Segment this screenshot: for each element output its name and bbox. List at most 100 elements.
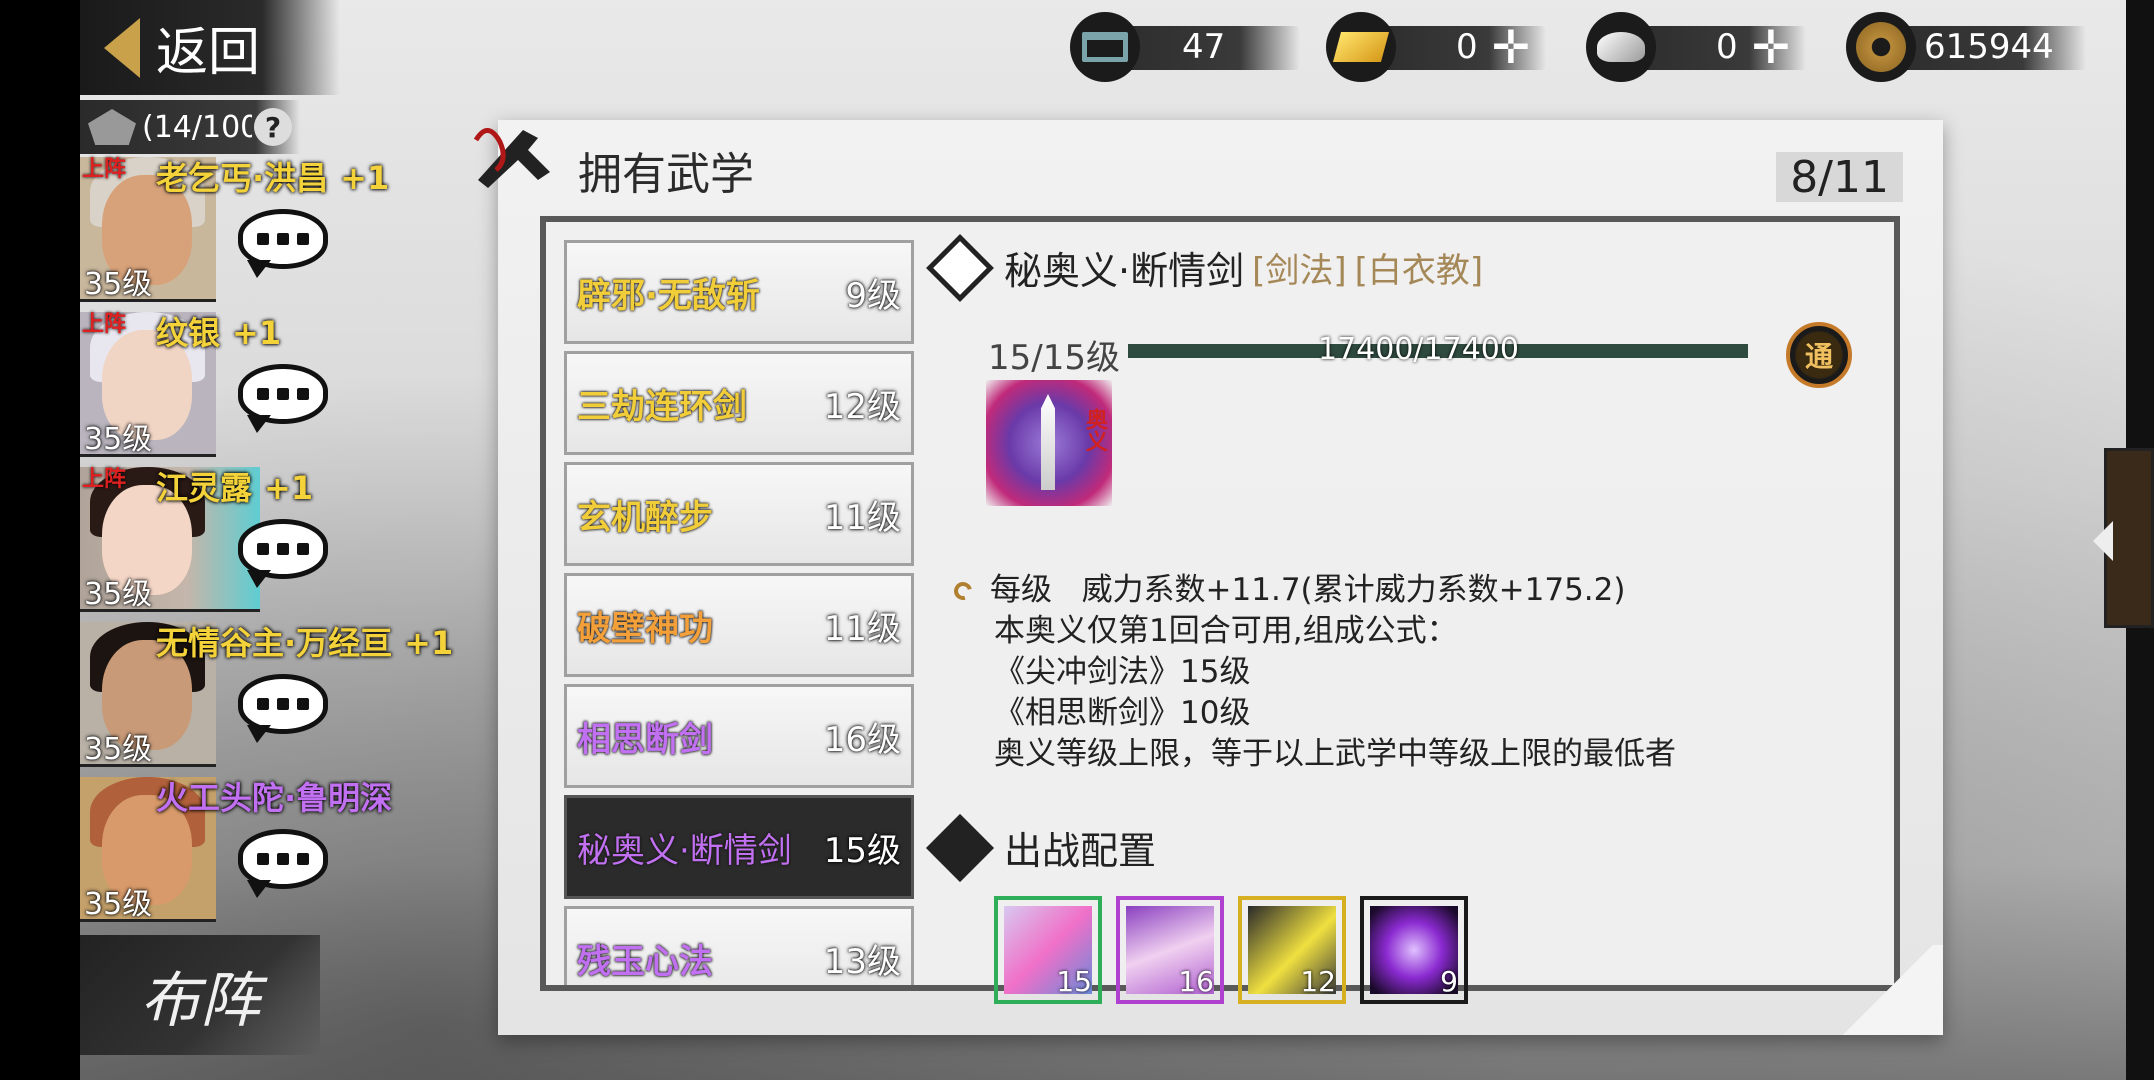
add-gold-icon[interactable]: ✛ bbox=[1492, 20, 1531, 74]
martial-arts-panel: 拥有武学 8/11 辟邪·无敌斩 9级 三劫连环剑 12级 玄机醉步 11级 破… bbox=[473, 120, 1943, 1035]
currency-cart: 47 bbox=[1070, 8, 1310, 86]
skill-item[interactable]: 残玉心法 13级 bbox=[564, 906, 914, 985]
content-frame: 辟邪·无敌斩 9级 三劫连环剑 12级 玄机醉步 11级 破壁神功 11级 相思… bbox=[540, 216, 1900, 1004]
deploy-slot[interactable]: 15 bbox=[994, 896, 1102, 1004]
skill-name: 三劫连环剑 bbox=[577, 386, 747, 427]
page-corner bbox=[1833, 945, 1943, 1035]
deploy-slot[interactable]: 9 bbox=[1360, 896, 1468, 1004]
diamond-icon bbox=[926, 233, 994, 302]
skill-item[interactable]: 玄机醉步 11级 bbox=[564, 462, 914, 566]
character-name: 无情谷主·万经亘 +1 bbox=[156, 624, 454, 662]
level-text: 15/15级 bbox=[988, 338, 1120, 378]
skill-detail: 秘奥义·断情剑 [剑法] [白衣教] 15/15级 17400/17400 通 … bbox=[926, 233, 1886, 1004]
currency-gold: 0 ✛ bbox=[1326, 8, 1586, 86]
character-name: 江灵露 +1 bbox=[156, 469, 314, 507]
chat-bubble-icon[interactable] bbox=[238, 364, 328, 433]
roster-capacity: (14/100 ? bbox=[80, 100, 300, 154]
character-slot-5[interactable]: 火工头陀·鲁明深 35级 bbox=[80, 777, 480, 927]
skill-description: 每级 威力系数+11.7(累计威力系数+175.2) 本奥义仅第1回合可用,组成… bbox=[950, 570, 1854, 775]
back-label: 返回 bbox=[156, 23, 261, 83]
detail-skill-name: 秘奥义·断情剑 bbox=[1004, 249, 1245, 293]
deploy-slot[interactable]: 12 bbox=[1238, 896, 1346, 1004]
skill-level: 13级 bbox=[823, 941, 901, 982]
detail-sect-tag: [白衣教] bbox=[1354, 251, 1484, 291]
character-level: 35级 bbox=[84, 887, 153, 922]
game-screen: 返回 (14/100 ? 上阵 老乞丐·洪昌 +1 35级 上阵 纹银 +1 35级… bbox=[0, 0, 2154, 1080]
exp-text: 17400/17400 bbox=[1318, 332, 1519, 367]
skill-name: 残玉心法 bbox=[577, 941, 713, 982]
currency-value: 0 bbox=[1456, 27, 1478, 67]
arrow-left-icon bbox=[2093, 521, 2113, 561]
deploy-header: 出战配置 bbox=[926, 813, 1157, 882]
deployed-badge: 上阵 bbox=[82, 157, 127, 182]
side-drawer-tab[interactable] bbox=[2093, 448, 2154, 628]
character-level: 35级 bbox=[84, 577, 153, 612]
skill-name: 秘奥义·断情剑 bbox=[577, 830, 792, 871]
skill-sword-icon: 奥义 bbox=[986, 380, 1112, 506]
detail-header: 秘奥义·断情剑 [剑法] [白衣教] bbox=[926, 233, 1484, 302]
skill-level: 11级 bbox=[823, 497, 901, 538]
deploy-slot[interactable]: 16 bbox=[1116, 896, 1224, 1004]
skill-level: 16级 bbox=[823, 719, 901, 760]
skill-name: 玄机醉步 bbox=[577, 497, 713, 538]
deployed-badge: 上阵 bbox=[82, 467, 127, 492]
character-name: 火工头陀·鲁明深 bbox=[156, 779, 393, 817]
copper-coin-icon bbox=[1846, 12, 1916, 82]
character-slot-1[interactable]: 上阵 老乞丐·洪昌 +1 35级 bbox=[80, 157, 480, 307]
character-level: 35级 bbox=[84, 422, 153, 457]
currency-silver: 0 ✛ bbox=[1586, 8, 1846, 86]
currency-value: 47 bbox=[1182, 27, 1226, 67]
chat-bubble-icon[interactable] bbox=[238, 674, 328, 743]
left-letterbox bbox=[0, 0, 80, 1080]
formation-button[interactable]: 布阵 bbox=[80, 935, 320, 1055]
capacity-text: (14/100 bbox=[142, 109, 252, 145]
tong-badge-icon[interactable]: 通 bbox=[1786, 322, 1852, 388]
silver-ingot-icon bbox=[1586, 12, 1656, 82]
deploy-label: 出战配置 bbox=[1004, 829, 1157, 873]
skill-name: 辟邪·无敌斩 bbox=[577, 275, 760, 316]
add-silver-icon[interactable]: ✛ bbox=[1752, 20, 1791, 74]
help-icon[interactable]: ? bbox=[254, 108, 292, 146]
skill-name: 相思断剑 bbox=[577, 719, 713, 760]
gold-ingot-icon bbox=[1326, 12, 1396, 82]
skill-item-selected[interactable]: 秘奥义·断情剑 15级 bbox=[564, 795, 914, 899]
skill-level: 9级 bbox=[845, 275, 901, 316]
skill-count: 8/11 bbox=[1776, 152, 1903, 203]
deploy-slots: 15 16 12 9 bbox=[994, 896, 1468, 1004]
skill-level: 11级 bbox=[823, 608, 901, 649]
character-level: 35级 bbox=[84, 267, 153, 302]
back-chevron-icon bbox=[104, 17, 140, 78]
character-slot-4[interactable]: 无情谷主·万经亘 +1 35级 bbox=[80, 622, 480, 772]
deployed-badge: 上阵 bbox=[82, 312, 127, 337]
back-button[interactable]: 返回 bbox=[80, 0, 340, 95]
skill-list[interactable]: 辟邪·无敌斩 9级 三劫连环剑 12级 玄机醉步 11级 破壁神功 11级 相思… bbox=[564, 240, 914, 985]
moon-bullet-icon bbox=[950, 578, 976, 604]
skill-level: 15级 bbox=[823, 830, 901, 871]
skill-name: 破壁神功 bbox=[577, 608, 713, 649]
chat-bubble-icon[interactable] bbox=[238, 829, 328, 898]
mystery-badge: 奥义 bbox=[1082, 408, 1107, 452]
chat-bubble-icon[interactable] bbox=[238, 519, 328, 588]
character-name: 纹银 +1 bbox=[156, 314, 282, 352]
skill-level: 12级 bbox=[823, 386, 901, 427]
cart-icon bbox=[1070, 12, 1140, 82]
exp-progress: 15/15级 17400/17400 bbox=[988, 330, 1838, 378]
roster-icon bbox=[88, 109, 136, 145]
formation-label: 布阵 bbox=[140, 965, 260, 1036]
currency-value: 0 bbox=[1716, 27, 1738, 67]
skill-item[interactable]: 三劫连环剑 12级 bbox=[564, 351, 914, 455]
currency-coin: 615944 bbox=[1846, 8, 2096, 86]
skill-item[interactable]: 相思断剑 16级 bbox=[564, 684, 914, 788]
skill-item[interactable]: 破壁神功 11级 bbox=[564, 573, 914, 677]
character-name: 老乞丐·洪昌 +1 bbox=[156, 159, 390, 197]
character-slot-2[interactable]: 上阵 纹银 +1 35级 bbox=[80, 312, 480, 462]
currency-value: 615944 bbox=[1924, 27, 2054, 67]
dart-icon bbox=[473, 128, 550, 188]
character-slot-3[interactable]: 上阵 江灵露 +1 35级 bbox=[80, 467, 480, 617]
cross-diamond-icon bbox=[926, 813, 994, 882]
character-level: 35级 bbox=[84, 732, 153, 767]
detail-type-tag: [剑法] bbox=[1252, 251, 1347, 291]
skill-item[interactable]: 辟邪·无敌斩 9级 bbox=[564, 240, 914, 344]
chat-bubble-icon[interactable] bbox=[238, 209, 328, 278]
panel-title: 拥有武学 bbox=[578, 149, 754, 200]
